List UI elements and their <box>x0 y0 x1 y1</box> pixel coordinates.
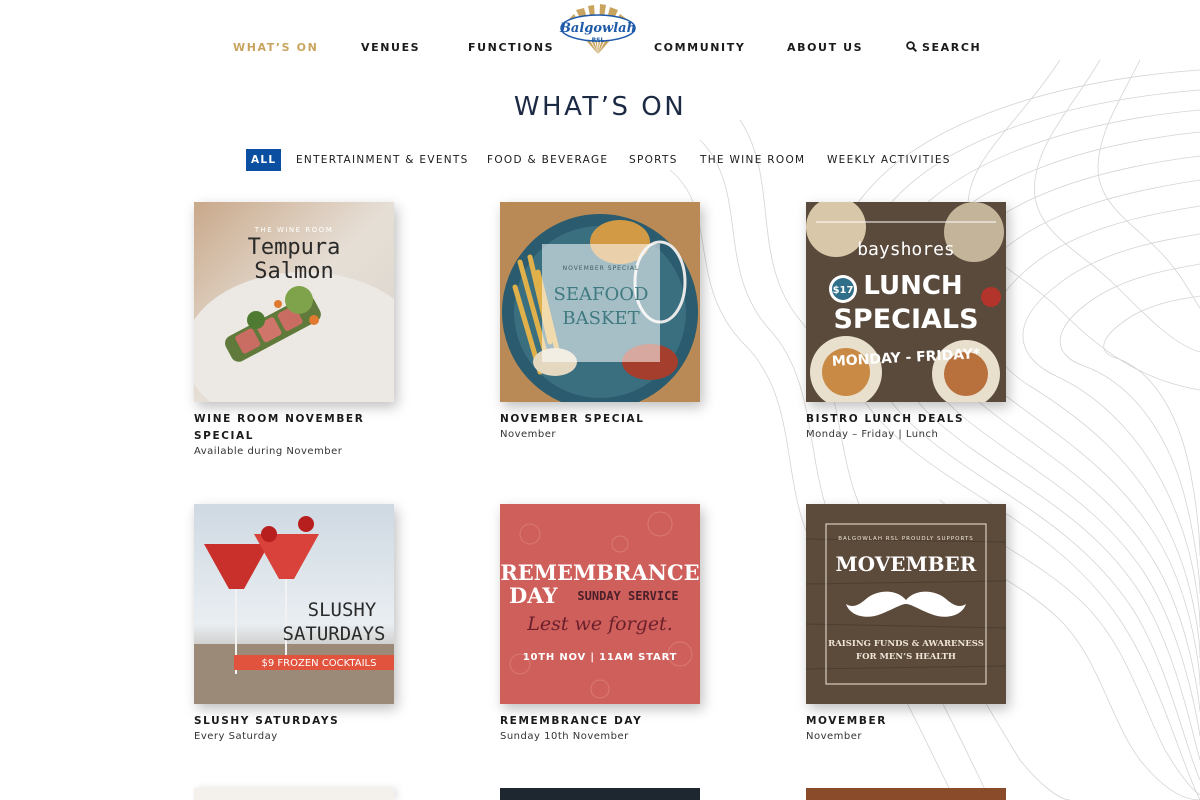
image-line2: DAY <box>509 583 558 608</box>
event-image[interactable]: SLUSHY SATURDAYS $9 FROZEN COCKTAILS <box>194 504 394 704</box>
filter-all[interactable]: ALL <box>246 149 282 171</box>
event-title[interactable]: WINE ROOM NOVEMBER SPECIAL <box>194 411 384 445</box>
event-title[interactable]: REMEMBRANCE DAY <box>500 713 690 730</box>
event-card-partial[interactable] <box>194 788 394 800</box>
balgowlah-rsl-logo[interactable]: Balgowlah RSL <box>558 2 638 54</box>
event-subtitle: November <box>500 429 557 440</box>
image-brand: bayshores <box>857 239 955 260</box>
image-line2: BASKET <box>562 308 639 329</box>
image-line2b: SUNDAY SERVICE <box>577 589 678 603</box>
image-line1: MOVEMBER <box>836 552 977 576</box>
image-price: $17 <box>833 285 854 296</box>
event-card-bistro-lunch[interactable]: bayshores $17 LUNCH SPECIALS MONDAY - FR… <box>806 202 1006 440</box>
logo-subtext: RSL <box>592 37 605 44</box>
event-card-remembrance-day[interactable]: REMEMBRANCE DAY SUNDAY SERVICE Lest we f… <box>500 504 700 742</box>
event-image[interactable]: NOVEMBER SPECIAL SEAFOOD BASKET <box>500 202 700 402</box>
image-brand: THE WINE ROOM <box>254 226 333 234</box>
event-card-movember[interactable]: BALGOWLAH RSL PROUDLY SUPPORTS MOVEMBER … <box>806 504 1006 742</box>
nav-functions[interactable]: FUNCTIONS <box>468 41 554 54</box>
event-subtitle: Every Saturday <box>194 731 278 742</box>
image-line1: LUNCH <box>863 271 962 301</box>
filter-weekly-activities[interactable]: WEEKLY ACTIVITIES <box>827 149 951 171</box>
event-card-partial[interactable] <box>500 788 700 800</box>
image-line2: SPECIALS <box>833 304 978 335</box>
event-subtitle: November <box>806 731 863 742</box>
event-card-november-special[interactable]: NOVEMBER SPECIAL SEAFOOD BASKET NOVEMBER… <box>500 202 700 440</box>
image-line2: Salmon <box>254 259 333 284</box>
image-kicker: BALGOWLAH RSL PROUDLY SUPPORTS <box>838 536 974 542</box>
image-line1: SEAFOOD <box>554 284 649 305</box>
filter-food-beverage[interactable]: FOOD & BEVERAGE <box>487 149 608 171</box>
event-card-partial[interactable] <box>806 788 1006 800</box>
filter-wine-room[interactable]: THE WINE ROOM <box>700 149 805 171</box>
image-line3: FOR MEN’S HEALTH <box>856 652 956 662</box>
nav-search[interactable]: SEARCH <box>906 41 981 54</box>
event-card-slushy-saturdays[interactable]: SLUSHY SATURDAYS $9 FROZEN COCKTAILS SLU… <box>194 504 394 742</box>
image-kicker: NOVEMBER SPECIAL <box>563 265 640 272</box>
event-image[interactable]: BALGOWLAH RSL PROUDLY SUPPORTS MOVEMBER … <box>806 504 1006 704</box>
event-image[interactable]: bayshores $17 LUNCH SPECIALS MONDAY - FR… <box>806 202 1006 402</box>
event-title[interactable]: SLUSHY SATURDAYS <box>194 713 384 730</box>
event-title[interactable]: NOVEMBER SPECIAL <box>500 411 690 428</box>
search-label: SEARCH <box>922 41 982 54</box>
image-line1: REMEMBRANCE <box>500 560 699 585</box>
image-line2: SATURDAYS <box>283 623 386 645</box>
image-banner: $9 FROZEN COCKTAILS <box>262 658 377 669</box>
filter-sports[interactable]: SPORTS <box>629 149 678 171</box>
nav-about-us[interactable]: ABOUT US <box>787 41 863 54</box>
nav-community[interactable]: COMMUNITY <box>654 41 745 54</box>
event-card-wine-room[interactable]: THE WINE ROOM Tempura Salmon WINE ROOM N… <box>194 202 394 457</box>
page-title: WHAT’S ON <box>513 92 687 122</box>
image-time: 10TH NOV | 11AM START <box>523 652 678 663</box>
filter-entertainment-events[interactable]: ENTERTAINMENT & EVENTS <box>296 149 469 171</box>
top-navigation: WHAT’S ON VENUES FUNCTIONS Balgowlah RSL… <box>0 0 1200 90</box>
search-icon <box>906 41 917 52</box>
nav-whats-on[interactable]: WHAT’S ON <box>233 41 318 54</box>
event-subtitle: Available during November <box>194 446 343 457</box>
nav-venues[interactable]: VENUES <box>361 41 420 54</box>
image-line1: Tempura <box>248 235 341 260</box>
event-image[interactable]: THE WINE ROOM Tempura Salmon <box>194 202 394 402</box>
event-image[interactable]: REMEMBRANCE DAY SUNDAY SERVICE Lest we f… <box>500 504 700 704</box>
event-subtitle: Monday – Friday | Lunch <box>806 429 939 440</box>
event-title[interactable]: MOVEMBER <box>806 713 996 730</box>
image-script: Lest we forget. <box>526 613 672 635</box>
image-line1: SLUSHY <box>308 599 377 621</box>
image-line2: RAISING FUNDS & AWARENESS <box>828 639 984 649</box>
event-subtitle: Sunday 10th November <box>500 731 629 742</box>
event-title[interactable]: BISTRO LUNCH DEALS <box>806 411 996 428</box>
logo-text: Balgowlah <box>559 21 636 36</box>
